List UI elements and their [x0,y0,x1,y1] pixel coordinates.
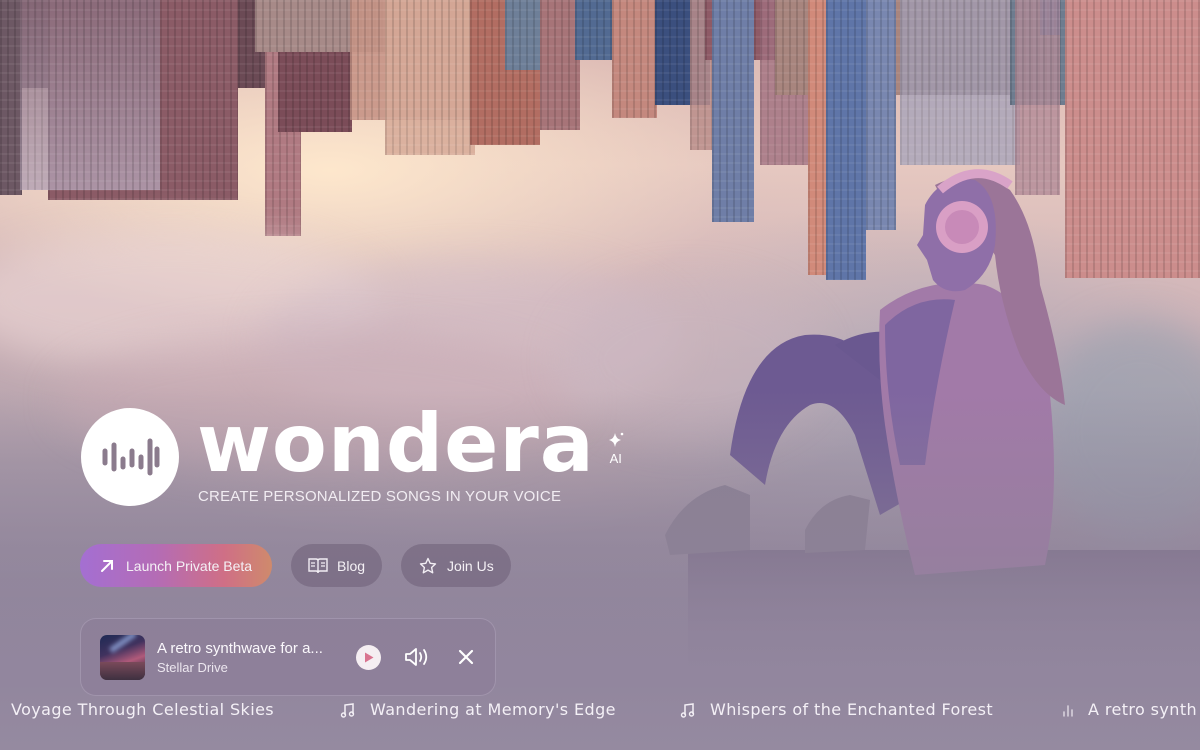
marquee-item-label: Whispers of the Enchanted Forest [710,700,993,719]
mini-player: A retro synthwave for a... Stellar Drive [80,618,496,696]
building [385,0,475,155]
volume-icon [405,648,428,666]
launch-private-beta-label: Launch Private Beta [126,557,253,574]
building [612,0,657,118]
track-artist: Stellar Drive [157,659,228,675]
music-note-icon [340,702,356,718]
track-title: A retro synthwave for a... [157,639,323,657]
logo [81,408,179,506]
building [20,0,160,190]
music-note-icon [680,702,696,718]
marquee-item-label: Wandering at Memory's Edge [370,700,616,719]
building [0,0,22,195]
audio-waveform-icon [102,438,160,476]
join-us-button[interactable]: Join Us [401,544,511,587]
star-icon [418,556,438,576]
close-player-button[interactable] [455,646,477,668]
album-cover [100,634,145,680]
building [575,0,615,60]
track-info: A retro synthwave for a... Stellar Drive [157,640,345,675]
sparkle-icon [608,432,624,447]
ai-badge: AI [607,431,625,466]
blog-label: Blog [337,557,366,574]
play-icon [364,652,373,662]
marquee-item[interactable]: Voyage Through Celestial Skies [11,700,274,719]
brand-name: wondera [197,397,595,490]
blog-button[interactable]: Blog [291,544,383,587]
launch-private-beta-button[interactable]: Launch Private Beta [80,544,272,587]
book-open-icon [308,556,328,576]
building [540,0,580,130]
close-icon [458,649,474,665]
marquee-item[interactable]: A retro synth [1062,700,1197,719]
join-us-label: Join Us [447,557,494,574]
marquee-item-label: A retro synth [1088,700,1198,719]
arrow-up-right-icon [97,556,117,576]
song-marquee: Voyage Through Celestial Skies Wandering… [0,700,1200,726]
action-buttons: Launch Private Beta Blog Join Us [80,544,511,587]
building [900,0,1020,165]
marquee-item[interactable]: Wandering at Memory's Edge [340,700,616,719]
ai-label: AI [609,451,622,466]
tagline: CREATE PERSONALIZED SONGS IN YOUR VOICE [198,488,562,505]
volume-button[interactable] [404,644,430,670]
marquee-item[interactable]: Whispers of the Enchanted Forest [680,700,993,719]
equalizer-icon [1062,703,1074,717]
marquee-item-label: Voyage Through Celestial Skies [11,700,275,719]
play-button[interactable] [356,644,381,670]
